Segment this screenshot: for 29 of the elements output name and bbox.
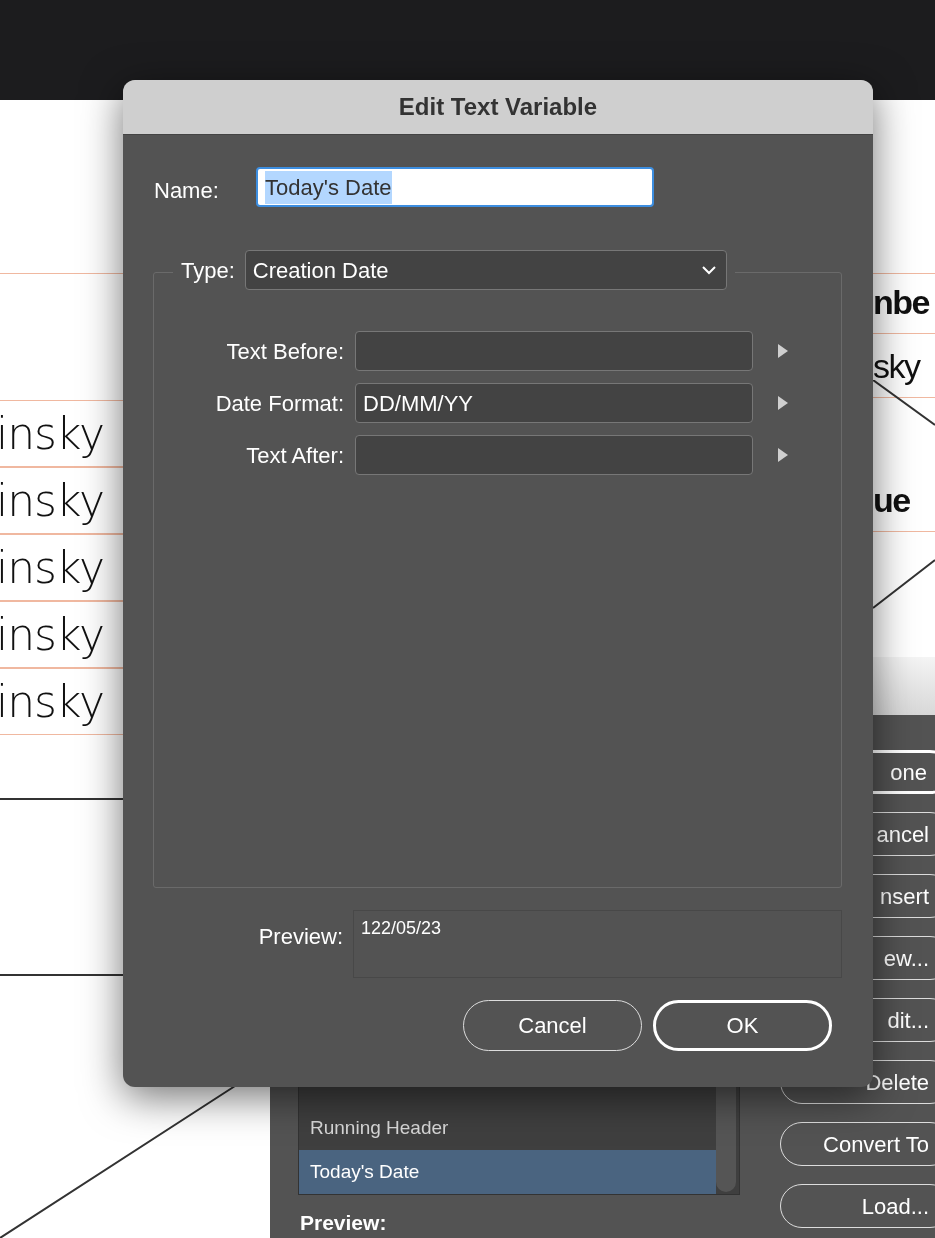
chevron-down-icon [701, 265, 716, 275]
triangle-right-icon[interactable] [778, 344, 788, 358]
document-text: nbe [873, 284, 929, 319]
list-item[interactable]: Today's Date [299, 1150, 716, 1194]
document-text: insky [0, 612, 104, 657]
list-item[interactable]: Running Header [299, 1106, 716, 1150]
document-text: ue [873, 482, 910, 517]
field-label: Text After: [245, 441, 344, 470]
preview-label: Preview: [257, 923, 343, 951]
name-label: Name: [154, 177, 219, 205]
document-text: insky [0, 679, 104, 724]
document-text: insky [0, 478, 104, 523]
preview-label: Preview: [300, 1210, 387, 1236]
field-label: Text Before: [225, 337, 344, 366]
dialog-button[interactable]: OK [653, 1000, 832, 1051]
document-text: insky [0, 545, 104, 590]
field-label: Date Format: [214, 389, 344, 418]
type-label: Type: [181, 256, 235, 285]
document-text: sky [873, 348, 920, 383]
input-field[interactable] [355, 435, 753, 475]
input-field[interactable] [355, 331, 753, 371]
input-field[interactable]: DD/MM/YY [355, 383, 753, 423]
triangle-right-icon[interactable] [778, 396, 788, 410]
type-dropdown[interactable]: Creation Date [244, 250, 727, 290]
window-title: Edit Text Variable [398, 92, 598, 122]
document-text: insky [0, 411, 104, 456]
name-field[interactable]: Today's Date [256, 167, 654, 207]
triangle-right-icon[interactable] [778, 448, 788, 462]
preview-box: 122/05/23 [353, 910, 842, 978]
